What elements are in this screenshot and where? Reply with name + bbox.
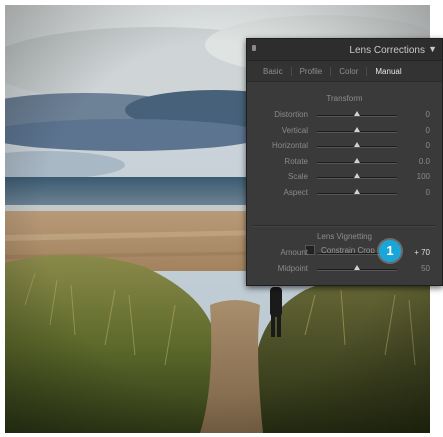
horizontal-label: Horizontal <box>271 141 308 150</box>
rotate-value[interactable]: 0.0 <box>419 157 430 166</box>
panel-header: Lens Corrections ▼ <box>247 39 442 61</box>
scale-label: Scale <box>287 172 308 181</box>
aspect-label: Aspect <box>283 187 308 197</box>
amount-value[interactable]: + 70 <box>414 248 430 257</box>
slider-row-distortion: Distortion 0 <box>247 108 442 122</box>
rotate-slider-knob[interactable] <box>354 157 360 163</box>
slider-row-aspect: Aspect 0 <box>247 186 442 200</box>
vertical-value[interactable]: 0 <box>426 126 430 135</box>
aspect-slider-knob[interactable] <box>354 188 360 194</box>
panel-title: Lens Corrections <box>349 45 425 56</box>
slider-row-amount: Amount + 70 <box>247 246 442 260</box>
transform-section-title: Transform <box>326 94 363 103</box>
slider-row-rotate: Rotate 0.0 <box>247 155 442 169</box>
midpoint-slider-knob[interactable] <box>354 264 360 270</box>
midpoint-value[interactable]: 50 <box>421 264 430 273</box>
tab-manual[interactable]: Manual <box>367 67 409 76</box>
callout-badge: 1 <box>379 240 401 262</box>
vertical-label: Vertical <box>281 125 308 135</box>
vignetting-section-title: Lens Vignetting <box>316 232 372 241</box>
lens-corrections-panel: Lens Corrections ▼ Basic Profile Color M… <box>246 38 443 286</box>
tab-basic[interactable]: Basic <box>255 66 292 76</box>
aspect-value[interactable]: 0 <box>426 188 430 197</box>
distortion-slider-knob[interactable] <box>354 111 360 116</box>
scale-value[interactable]: 100 <box>417 172 430 181</box>
tab-profile[interactable]: Profile <box>292 66 332 76</box>
scale-slider-knob[interactable] <box>354 173 360 178</box>
amount-label: Amount <box>280 248 308 257</box>
horizontal-slider-knob[interactable] <box>354 142 360 147</box>
scale-slider[interactable] <box>317 173 397 179</box>
vertical-slider[interactable] <box>317 126 397 133</box>
vertical-slider-knob[interactable] <box>354 126 360 132</box>
slider-row-vertical: Vertical 0 <box>247 124 442 138</box>
distortion-slider[interactable] <box>317 111 397 117</box>
horizontal-slider[interactable] <box>317 142 397 148</box>
horizontal-value[interactable]: 0 <box>426 141 430 150</box>
rotate-slider[interactable] <box>317 157 397 164</box>
tab-bar: Basic Profile Color Manual <box>247 61 442 82</box>
section-divider <box>253 225 436 227</box>
slider-row-midpoint: Midpoint 50 <box>247 262 442 276</box>
triangle-down-icon[interactable]: ▼ <box>428 44 437 54</box>
panel-grip-icon[interactable] <box>252 45 256 51</box>
slider-row-scale: Scale 100 <box>247 170 442 184</box>
aspect-slider[interactable] <box>317 188 397 195</box>
tab-color[interactable]: Color <box>331 66 368 76</box>
slider-row-horizontal: Horizontal 0 <box>247 139 442 153</box>
distortion-label: Distortion <box>274 110 308 119</box>
midpoint-label: Midpoint <box>277 263 308 273</box>
rotate-label: Rotate <box>284 156 308 166</box>
midpoint-slider[interactable] <box>317 264 397 271</box>
distortion-value[interactable]: 0 <box>426 110 430 119</box>
